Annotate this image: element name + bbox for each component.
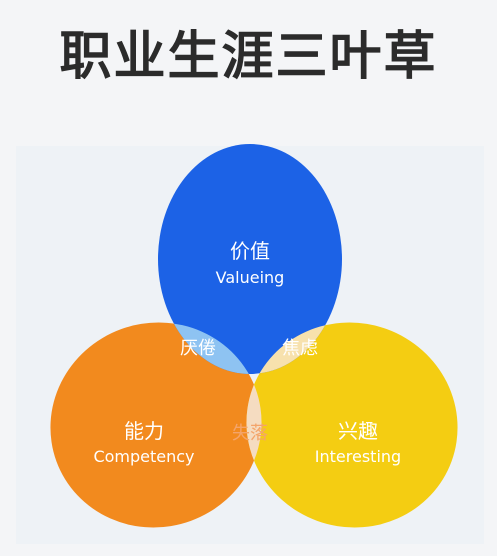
- overlap-loss-label: 失落: [232, 423, 268, 444]
- competency-label-cn: 能力: [124, 419, 164, 443]
- valueing-label-en: Valueing: [216, 268, 285, 287]
- overlap-boredom-label: 厌倦: [180, 338, 216, 359]
- interesting-label-en: Interesting: [315, 447, 401, 466]
- interesting-label-cn: 兴趣: [338, 419, 378, 443]
- venn-diagram: 价值 Valueing 能力 Competency 兴趣 Interesting…: [50, 144, 458, 528]
- valueing-label-cn: 价值: [230, 239, 270, 263]
- competency-label-en: Competency: [93, 447, 194, 466]
- overlap-anxiety-label: 焦虑: [282, 338, 318, 359]
